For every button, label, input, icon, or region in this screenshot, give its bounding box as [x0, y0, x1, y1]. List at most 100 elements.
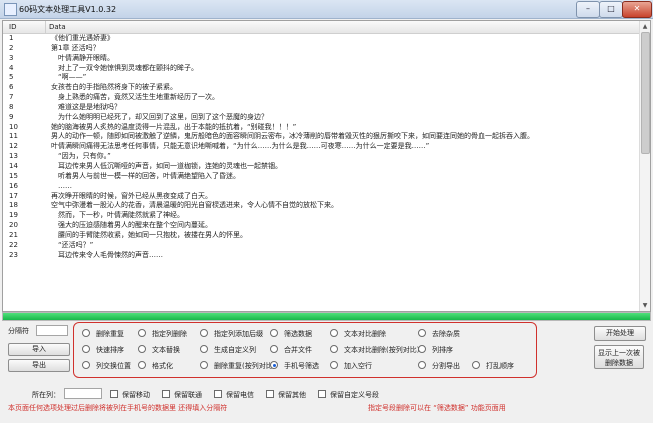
checkbox-icon: [214, 390, 222, 398]
row-id: 12: [9, 142, 18, 151]
table-row[interactable]: 14 耳边传来男人低沉嘶哑的声音，如同一道枷锁，连她的灵魂也一起禁锢。: [3, 162, 639, 172]
column-header-id[interactable]: ID: [9, 23, 16, 31]
option-split-export[interactable]: 分割导出: [418, 361, 460, 371]
radio-icon: [138, 345, 146, 353]
row-text: 叶倩满瞬间痛得无法思考任何事情，只能无意识地嘶喊着，“为什么……为什么是我……可…: [51, 142, 430, 151]
table-row[interactable]: 12 叶倩满瞬间痛得无法思考任何事情，只能无意识地嘶喊着，“为什么……为什么是我……: [3, 142, 639, 152]
minimize-button[interactable]: –: [576, 1, 600, 18]
row-text: 对上了一双令她惊惧到灵魂都在颤抖的眸子。: [51, 63, 198, 72]
radio-icon: [200, 329, 208, 337]
option-swap-columns[interactable]: 列交换位置: [82, 361, 131, 371]
row-text: 空气中弥漫着一股沁人的花香，清晨温暖的阳光自窗棂透进来，令人心情不自觉的放松下来…: [51, 201, 338, 210]
row-text: 身上熟悉的痛苦，竟然又活生生地重新经历了一次。: [51, 93, 219, 102]
option-column-sort[interactable]: 列排序: [418, 345, 453, 355]
option-add-suffix[interactable]: 指定列添加后缀: [200, 329, 263, 339]
option-remove-duplicates-by-column[interactable]: 删除重复(按列对比): [200, 361, 275, 371]
checkbox-icon: [110, 390, 118, 398]
option-filter-data[interactable]: 筛选数据: [270, 329, 312, 339]
check-keep-telecom[interactable]: 保留电信: [214, 390, 254, 400]
row-id: 13: [9, 152, 18, 161]
table-row[interactable]: 2 第1章 还活吗？: [3, 44, 639, 54]
table-row[interactable]: 9 为什么她明明已经死了，却又回到了这里，回到了这个恶魔的身边？: [3, 113, 639, 123]
option-remove-noise[interactable]: 去除杂质: [418, 329, 460, 339]
option-quick-sort[interactable]: 快速排序: [82, 345, 124, 355]
radio-icon: [418, 329, 426, 337]
row-id: 23: [9, 250, 18, 259]
start-processing-button[interactable]: 开始处理: [594, 326, 646, 341]
import-button[interactable]: 导入: [8, 343, 70, 356]
option-delete-column[interactable]: 指定列删除: [138, 329, 187, 339]
table-row[interactable]: 3 叶倩满静开眼睛。: [3, 54, 639, 64]
table-row[interactable]: 23 耳边传来令人毛骨悚然的声音……: [3, 251, 639, 261]
radio-icon: [270, 345, 278, 353]
separator-input[interactable]: [36, 325, 68, 336]
option-format[interactable]: 格式化: [138, 361, 173, 371]
table-row[interactable]: 8 难道这是是地狱吗？: [3, 103, 639, 113]
progress-bar: [2, 312, 651, 321]
table-row[interactable]: 16 ……: [3, 182, 639, 192]
table-row[interactable]: 15 听着男人与前世一模一样的回答，叶倩满绝望陷入了昏迷。: [3, 172, 639, 182]
option-add-blank-lines[interactable]: 加入空行: [330, 361, 372, 371]
app-icon: [4, 3, 17, 16]
option-text-compare-delete[interactable]: 文本对比删除: [330, 329, 386, 339]
row-id: 14: [9, 161, 18, 170]
column-input[interactable]: [64, 388, 102, 399]
check-keep-custom-segment[interactable]: 保留自定义号段: [318, 390, 379, 400]
row-text: “还活吗？”: [51, 240, 94, 249]
scroll-up-icon[interactable]: ▲: [641, 22, 649, 31]
export-button[interactable]: 导出: [8, 359, 70, 372]
table-row[interactable]: 19 然而，下一秒，叶倩满陡然就紧了神经。: [3, 211, 639, 221]
table-row[interactable]: 18 空气中弥漫着一股沁人的花香，清晨温暖的阳光自窗棂透进来，令人心情不自觉的放松…: [3, 201, 639, 211]
check-keep-unicom[interactable]: 保留联通: [162, 390, 202, 400]
table-row[interactable]: 6 女孩苍白的手指陷然将身下的被子紧紧。: [3, 83, 639, 93]
show-deleted-data-button[interactable]: 显示上一次被 删除数据: [594, 345, 644, 369]
check-keep-mobile[interactable]: 保留移动: [110, 390, 150, 400]
close-button[interactable]: ✕: [622, 1, 652, 18]
radio-selected-icon: [270, 361, 278, 369]
check-keep-other[interactable]: 保留其他: [266, 390, 306, 400]
data-grid[interactable]: ID Data 1 《他们重光遇娇妻》 2 第1章 还活吗？ 3 叶倩满静开眼睛。 4 对…: [2, 20, 651, 312]
scroll-down-icon[interactable]: ▼: [641, 301, 649, 310]
maximize-button[interactable]: □: [599, 1, 623, 18]
row-text: 再次睁开眼睛的时候，窗外已经从黑夜变成了白天。: [51, 191, 212, 200]
table-row[interactable]: 17 再次睁开眼睛的时候，窗外已经从黑夜变成了白天。: [3, 192, 639, 202]
table-row[interactable]: 22 “还活吗？”: [3, 241, 639, 251]
option-shuffle[interactable]: 打乱顺序: [472, 361, 514, 371]
separator-label: 分隔符: [8, 327, 29, 335]
scroll-thumb[interactable]: [641, 32, 650, 154]
row-text: 女孩苍白的手指陷然将身下的被子紧紧。: [51, 83, 177, 92]
table-row[interactable]: 13 “因为，只有你。”: [3, 152, 639, 162]
option-text-replace[interactable]: 文本替换: [138, 345, 180, 355]
column-header-data[interactable]: Data: [49, 23, 66, 31]
option-custom-column[interactable]: 生成自定义列: [200, 345, 256, 355]
title-bar[interactable]: 60码文本处理工具V1.0.32 – □ ✕: [0, 0, 653, 19]
table-row[interactable]: 7 身上熟悉的痛苦，竟然又活生生地重新经历了一次。: [3, 93, 639, 103]
table-row[interactable]: 4 对上了一双令她惊惧到灵魂都在颤抖的眸子。: [3, 64, 639, 74]
status-hint-right: 指定号段删除可以在 “筛选数据” 功能页面用: [368, 404, 506, 412]
table-row[interactable]: 20 强大的压迫感随着男人的醒来在整个空间内蔓延。: [3, 221, 639, 231]
table-row[interactable]: 10 她的脑海被男人炙热的温度烫得一片混乱，出于本能的抵抗着，“别碰我！！！”: [3, 123, 639, 133]
row-id: 7: [9, 93, 14, 102]
option-text-compare-delete-by-column[interactable]: 文本对比删除(按列对比): [330, 345, 419, 355]
row-text: 然而，下一秒，叶倩满陡然就紧了神经。: [51, 211, 184, 220]
option-phone-filter[interactable]: 手机号筛选: [270, 361, 319, 371]
table-row[interactable]: 5 “啊——”: [3, 73, 639, 83]
table-row[interactable]: 21 腰间的手臂陡然收紧，她如同一只抱枕，被搂在男人的怀里。: [3, 231, 639, 241]
option-remove-duplicates[interactable]: 删除重复: [82, 329, 124, 339]
option-merge-files[interactable]: 合并文件: [270, 345, 312, 355]
table-row[interactable]: 1 《他们重光遇娇妻》: [3, 34, 639, 44]
row-text: 强大的压迫感随着男人的醒来在整个空间内蔓延。: [51, 221, 212, 230]
row-text: 听着男人与前世一模一样的回答，叶倩满绝望陷入了昏迷。: [51, 171, 240, 180]
row-text: 她的脑海被男人炙热的温度烫得一片混乱，出于本能的抵抗着，“别碰我！！！”: [51, 122, 297, 131]
grid-rows: 1 《他们重光遇娇妻》 2 第1章 还活吗？ 3 叶倩满静开眼睛。 4 对上了一双令她惊惧…: [3, 34, 639, 260]
radio-icon: [200, 345, 208, 353]
vertical-scrollbar[interactable]: ▲ ▼: [639, 21, 650, 311]
radio-icon: [138, 329, 146, 337]
table-row[interactable]: 11 男人的动作一顿，随即如同被激触了逆鳞，鬼厉般暗色的面容瞬间阴云密布，冰冷薄削…: [3, 132, 639, 142]
radio-icon: [200, 361, 208, 369]
column-divider[interactable]: [45, 21, 46, 33]
app-window: 60码文本处理工具V1.0.32 – □ ✕ ID Data 1 《他们重光遇娇妻…: [0, 0, 653, 423]
radio-icon: [418, 361, 426, 369]
row-id: 2: [9, 43, 14, 52]
processing-options-group: 删除重复 指定列删除 指定列添加后缀 筛选数据 文本对比删除 去除杂质 快速排序…: [73, 322, 537, 378]
